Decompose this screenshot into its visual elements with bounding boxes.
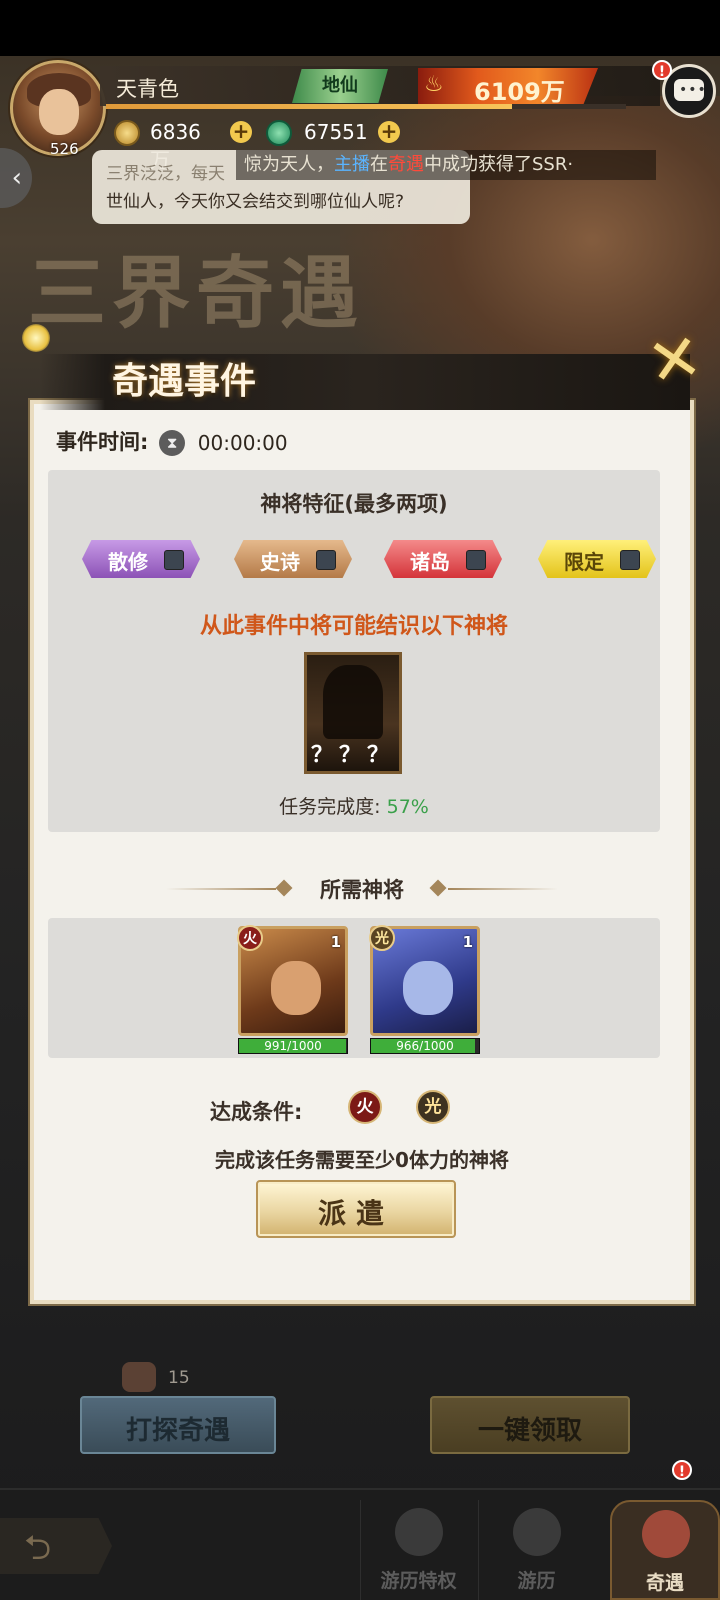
dispatch-button[interactable]: 派遣 bbox=[256, 1180, 456, 1238]
glow-orb-icon bbox=[22, 324, 50, 352]
checkbox-icon[interactable] bbox=[316, 550, 336, 570]
power-value: 6109万 bbox=[474, 78, 565, 106]
required-heroes-panel: 火 1 991/1000 光 1 966/1000 bbox=[48, 918, 660, 1058]
add-jade-button[interactable]: + bbox=[378, 121, 400, 143]
event-time-label: 事件时间: bbox=[56, 430, 149, 454]
hero-slot-fire[interactable]: 火 1 bbox=[237, 925, 348, 1036]
player-nameplate: 天青色 地仙 ♨ 6109万 bbox=[100, 66, 660, 106]
encounter-mask-icon bbox=[642, 1510, 690, 1558]
progress-label: 任务完成度: bbox=[279, 796, 381, 818]
trait-tag-zhudao[interactable]: 诸岛 bbox=[384, 540, 502, 578]
dialog-header: 奇遇事件 ✕ bbox=[0, 320, 720, 414]
checkbox-icon[interactable] bbox=[620, 550, 640, 570]
hero-portrait bbox=[271, 961, 321, 1015]
encounter-dialog: 事件时间: ⧗ 00:00:00 神将特征(最多两项) 散修 史诗 诸岛 限定 … bbox=[30, 400, 694, 1304]
power-display: ♨ 6109万 bbox=[418, 68, 598, 104]
announcement-marquee: 惊为天人，主播在奇遇中成功获得了SSR· bbox=[236, 150, 656, 180]
hero-portrait bbox=[403, 961, 453, 1015]
mystery-label: ？？？ bbox=[310, 743, 395, 768]
piglet-icon bbox=[122, 1362, 156, 1392]
bottom-nav: ⮌ 游历特权 游历 奇遇 ! bbox=[0, 1460, 720, 1600]
fire-element-icon: 火 bbox=[348, 1090, 382, 1124]
player-name: 天青色 bbox=[116, 77, 179, 101]
trait-tag-xianding[interactable]: 限定 bbox=[538, 540, 656, 578]
task-progress: 任务完成度: 57% bbox=[48, 792, 660, 819]
possible-heroes-title: 从此事件中将可能结识以下神将 bbox=[199, 614, 508, 639]
heart-shield-icon bbox=[395, 1508, 443, 1556]
hero-silhouette-icon bbox=[323, 665, 383, 739]
player-level: 526 bbox=[50, 140, 79, 158]
trait-tag-shishi[interactable]: 史诗 bbox=[234, 540, 352, 578]
mystery-hero-card[interactable]: ？？？ bbox=[304, 652, 402, 774]
checkbox-icon[interactable] bbox=[164, 550, 184, 570]
jade-icon bbox=[266, 120, 292, 146]
dialog-title: 奇遇事件 bbox=[112, 360, 257, 402]
traits-title: 神将特征(最多两项) bbox=[260, 492, 448, 516]
gold-coin-icon bbox=[114, 120, 140, 146]
hero-slot-light[interactable]: 光 1 bbox=[369, 925, 480, 1036]
nav-travel-privilege[interactable]: 游历特权 bbox=[360, 1500, 476, 1600]
required-heroes-title: 所需神将 bbox=[320, 878, 404, 902]
progress-value: 57% bbox=[386, 796, 429, 818]
fire-element-icon: 火 bbox=[237, 925, 263, 951]
close-icon[interactable]: ✕ bbox=[642, 320, 717, 402]
stamina-text: 991/1000 bbox=[264, 1039, 322, 1053]
condition-description: 完成该任务需要至少0体力的神将 bbox=[215, 1148, 509, 1172]
lamp-icon: ♨ bbox=[424, 72, 444, 97]
light-element-icon: 光 bbox=[416, 1090, 450, 1124]
traveler-icon bbox=[513, 1508, 561, 1556]
checkbox-icon[interactable] bbox=[466, 550, 486, 570]
explore-encounter-button[interactable]: 打探奇遇 bbox=[80, 1396, 276, 1454]
add-gold-button[interactable]: + bbox=[230, 121, 252, 143]
nav-encounter[interactable]: 奇遇 bbox=[610, 1500, 720, 1600]
stamina-text: 966/1000 bbox=[396, 1039, 454, 1053]
jade-amount: 67551 bbox=[304, 120, 368, 144]
light-element-icon: 光 bbox=[369, 925, 395, 951]
nav-travel[interactable]: 游历 bbox=[478, 1500, 594, 1600]
explore-count: 15 bbox=[168, 1368, 190, 1388]
hourglass-icon: ⧗ bbox=[159, 430, 186, 456]
back-arrow-icon: ⮌ bbox=[24, 1528, 52, 1568]
collect-all-button[interactable]: 一键领取 bbox=[430, 1396, 630, 1454]
chat-notification-badge: ! bbox=[652, 60, 672, 80]
background-title: 三界奇遇 bbox=[28, 248, 365, 339]
rank-badge: 地仙 bbox=[292, 69, 388, 103]
stamina-bar: 966/1000 bbox=[370, 1038, 480, 1054]
stamina-bar: 991/1000 bbox=[238, 1038, 348, 1054]
status-bar bbox=[0, 0, 720, 56]
hero-count: 1 bbox=[330, 933, 341, 951]
nav-notification-badge: ! bbox=[672, 1460, 692, 1480]
trait-tag-sanxiu[interactable]: 散修 bbox=[82, 540, 200, 578]
condition-label: 达成条件: bbox=[210, 1100, 303, 1124]
experience-bar bbox=[106, 104, 626, 109]
event-time-value: 00:00:00 bbox=[197, 431, 288, 455]
hero-count: 1 bbox=[462, 933, 473, 951]
traits-panel: 神将特征(最多两项) 散修 史诗 诸岛 限定 从此事件中将可能结识以下神将 ？？… bbox=[48, 470, 660, 832]
event-time-row: 事件时间: ⧗ 00:00:00 bbox=[56, 426, 288, 456]
back-button[interactable]: ⮌ bbox=[0, 1518, 112, 1574]
